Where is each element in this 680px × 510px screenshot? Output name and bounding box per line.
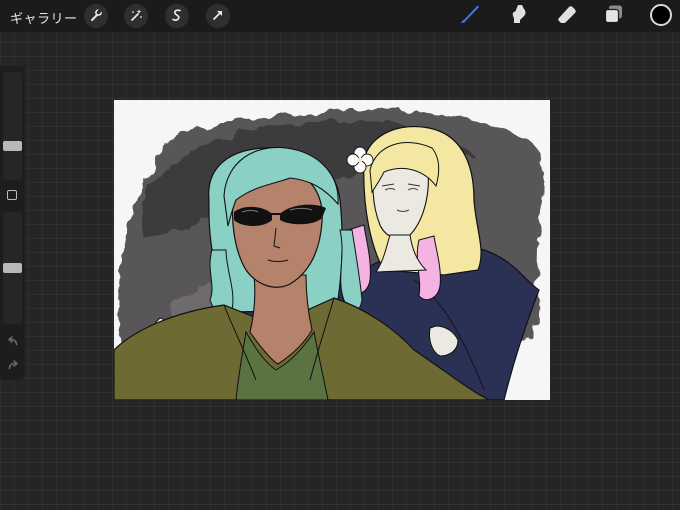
procreate-app: ギャラリー	[0, 0, 680, 510]
redo-icon[interactable]	[6, 358, 19, 371]
eraser-tool[interactable]	[554, 3, 580, 29]
gallery-button[interactable]: ギャラリー	[10, 8, 78, 27]
smudge-tool[interactable]	[506, 3, 532, 29]
drawing-canvas[interactable]	[114, 100, 550, 400]
color-picker[interactable]	[650, 4, 672, 26]
wrench-icon	[89, 7, 103, 26]
actions-button[interactable]	[84, 4, 108, 28]
opacity-thumb[interactable]	[3, 263, 22, 273]
brush-icon	[458, 2, 482, 30]
brush-size-slider[interactable]	[3, 72, 22, 180]
brush-tool[interactable]	[457, 3, 483, 29]
magic-wand-icon	[129, 7, 143, 26]
transform-button[interactable]	[206, 4, 230, 28]
transform-arrow-icon	[211, 7, 225, 26]
smudge-icon	[507, 2, 531, 30]
selection-button[interactable]	[165, 4, 189, 28]
undo-icon[interactable]	[6, 334, 19, 347]
eraser-icon	[555, 2, 579, 30]
top-toolbar: ギャラリー	[0, 0, 680, 32]
selection-icon	[170, 7, 184, 26]
left-sidebar	[0, 66, 25, 380]
layers-tool[interactable]	[601, 3, 627, 29]
brush-size-thumb[interactable]	[3, 141, 22, 151]
modifier-square-icon[interactable]	[7, 190, 17, 200]
artwork	[114, 108, 543, 400]
layers-icon	[602, 2, 626, 30]
adjustments-button[interactable]	[124, 4, 148, 28]
